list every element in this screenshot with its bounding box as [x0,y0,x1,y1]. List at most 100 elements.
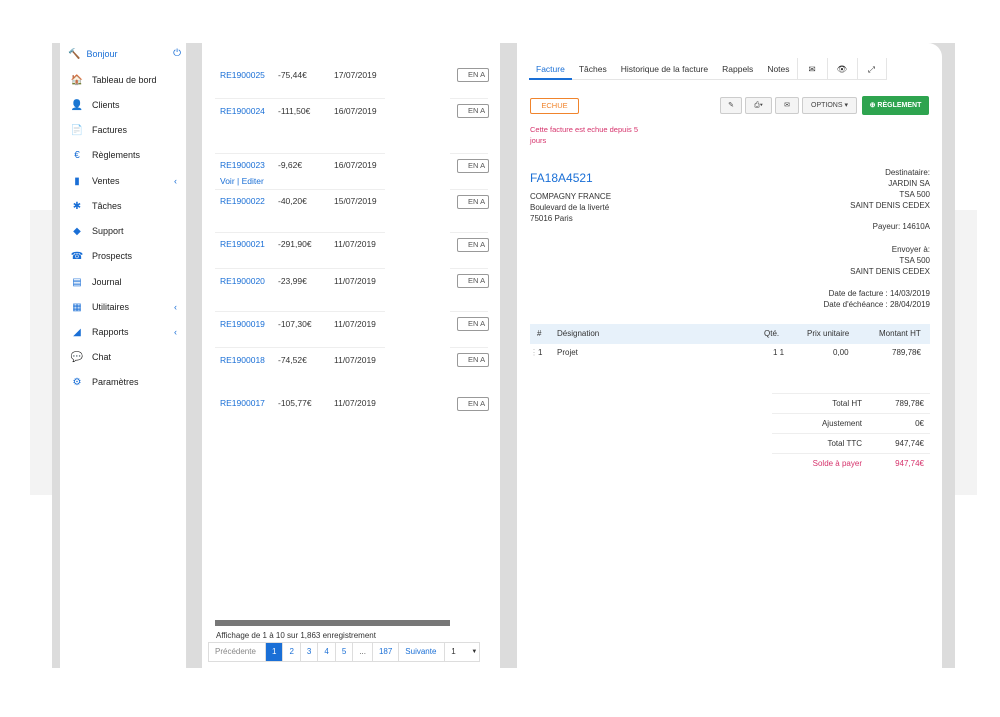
view-edit-links[interactable]: Voir | Editer [220,176,264,186]
gear-icon: ⚙ [72,376,82,388]
tab-notes[interactable]: Notes [760,58,796,80]
payment-date: 17/07/2019 [334,70,377,80]
payment-ref-link[interactable]: RE1900024 [220,106,265,116]
backdrop-shadow-right [955,210,977,495]
options-dropdown-button[interactable]: OPTIONS ▾ [802,97,857,114]
sidebar-item[interactable]: € Règlements [60,145,187,165]
payment-date: 16/07/2019 [334,160,377,170]
edit-button[interactable]: ✎ [720,97,742,114]
sidebar-item[interactable]: ✱ Tâches [60,196,187,216]
payment-amount: -74,52€ [278,355,307,365]
sidebar-item-label: Tâches [92,201,122,211]
horizontal-scrollbar[interactable] [215,620,450,626]
row-divider [215,189,385,190]
sidebar-item-label: Factures [92,125,128,135]
add-payment-button[interactable]: ⊕ RÈGLEMENT [862,96,929,115]
payment-ref-link[interactable]: RE1900017 [220,398,265,408]
pagination-page-button[interactable]: 4 [318,643,336,661]
row-divider [450,311,488,312]
pdf-dropdown-button[interactable]: ⎙▾ [745,97,772,114]
payment-ref-link[interactable]: RE1900020 [220,276,265,286]
totals-table: Total HT 789,78€ Ajustement 0€ Total TTC… [772,393,930,473]
expand-icon[interactable]: ⤢ [856,58,887,80]
chevron-left-icon: ‹ [174,176,177,186]
sidebar-item-label: Paramètres [92,377,139,387]
total-value: 789,78€ [895,399,924,408]
backdrop-shadow-left [30,210,52,495]
status-badge: EN A [457,353,489,367]
invoice-detail-panel: Facture Tâches Historique de la facture … [517,43,942,668]
pagination-page-button[interactable]: 5 [335,643,354,661]
total-label: Total TTC [827,439,862,448]
pagination-next-button[interactable]: Suivante [399,643,446,661]
payment-date: 16/07/2019 [334,106,377,116]
col-unit-price: Prix unitaire [807,329,850,338]
tab-rappels[interactable]: Rappels [715,58,760,80]
mail-icon[interactable]: ✉ [796,58,827,80]
send-to-block: Envoyer à: TSA 500 SAINT DENIS CEDEX [850,244,930,277]
pagination-page-button[interactable]: 1 [266,643,284,661]
items-table-header: # Désignation Qté. Prix unitaire Montant… [530,324,930,344]
pagination-info: Affichage de 1 à 10 sur 1,863 enregistre… [216,631,376,640]
status-badge: EN A [457,397,489,411]
sidebar-item[interactable]: 🏠 Tableau de bord [60,70,187,90]
recipient-line: JARDIN SA [888,179,930,188]
row-divider [450,232,488,233]
user-icon: 👤 [70,99,84,111]
sidebar-item-label: Tableau de bord [92,75,157,85]
eye-icon[interactable]: 👁 [826,58,857,80]
pagination-page-button[interactable]: 2 [283,643,301,661]
row-divider [215,98,385,99]
pagination-page-button[interactable]: 187 [372,643,400,661]
payment-ref-link[interactable]: RE1900023 [220,160,265,170]
payment-ref-link[interactable]: RE1900019 [220,319,265,329]
area-chart-icon: ◢ [73,326,81,338]
payment-ref-link[interactable]: RE1900021 [220,239,265,249]
total-ttc-row: Total TTC 947,74€ [772,433,930,453]
total-label: Ajustement [821,419,862,428]
payment-ref-link[interactable]: RE1900022 [220,196,265,206]
sidebar-item[interactable]: ▤ Journal [60,272,187,292]
sidebar-item[interactable]: ⚙ Paramètres [60,372,187,392]
grid-icon: ▦ [72,301,82,313]
sender-line: COMPAGNY FRANCE [530,192,612,201]
col-amount: Montant HT [879,329,921,338]
payment-date: 11/07/2019 [334,355,376,365]
sidebar-item[interactable]: ☎ Prospects [60,246,187,266]
payment-ref-link[interactable]: RE1900025 [220,70,265,80]
col-designation: Désignation [557,329,600,338]
bar-chart-icon: ▮ [74,175,80,187]
row-divider [215,153,385,154]
payment-amount: -105,77€ [278,398,312,408]
sender-line: 75016 Paris [530,214,573,223]
sidebar-item[interactable]: ◢ Rapports ‹ [60,322,187,342]
sidebar-item[interactable]: ◆ Support [60,221,187,241]
tab-historique[interactable]: Historique de la facture [614,58,715,80]
tab-facture[interactable]: Facture [529,58,572,80]
greeting-label: Bonjour [86,49,118,59]
sidebar-item[interactable]: 👤 Clients [60,95,187,115]
sidebar-item[interactable]: 💬 Chat [60,347,187,367]
pagination-page-button[interactable]: 3 [300,643,319,661]
sidebar-item[interactable]: ▦ Utilitaires ‹ [60,297,187,317]
power-icon[interactable]: ⏻ [173,48,181,59]
sidebar-item[interactable]: ▮ Ventes ‹ [60,171,187,191]
drag-handle-icon[interactable]: ⋮ [530,348,538,357]
phone-icon: ☎ [70,250,84,262]
pagination-prev-button[interactable]: Précédente [209,643,266,661]
sidebar-item-label: Support [92,226,124,236]
row-divider [450,189,488,190]
send-email-button[interactable]: ✉ [775,97,799,114]
row-designation: Projet [557,348,578,357]
caret-down-icon: ▼ [471,649,478,655]
tab-taches[interactable]: Tâches [572,58,614,80]
user-greeting[interactable]: 🔨 Bonjour ⏻ [60,43,187,65]
sidebar-item[interactable]: 📄 Factures [60,120,187,140]
payment-ref-link[interactable]: RE1900018 [220,355,265,365]
invoice-number: FA18A4521 [530,171,593,185]
total-label: Total HT [832,399,862,408]
page-size-select[interactable]: 1 ▼ [445,643,480,661]
row-divider [450,347,488,348]
table-row: ⋮ 1 Projet 1 1 0,00 789,78€ [530,346,930,362]
payment-amount: -107,30€ [278,319,312,329]
